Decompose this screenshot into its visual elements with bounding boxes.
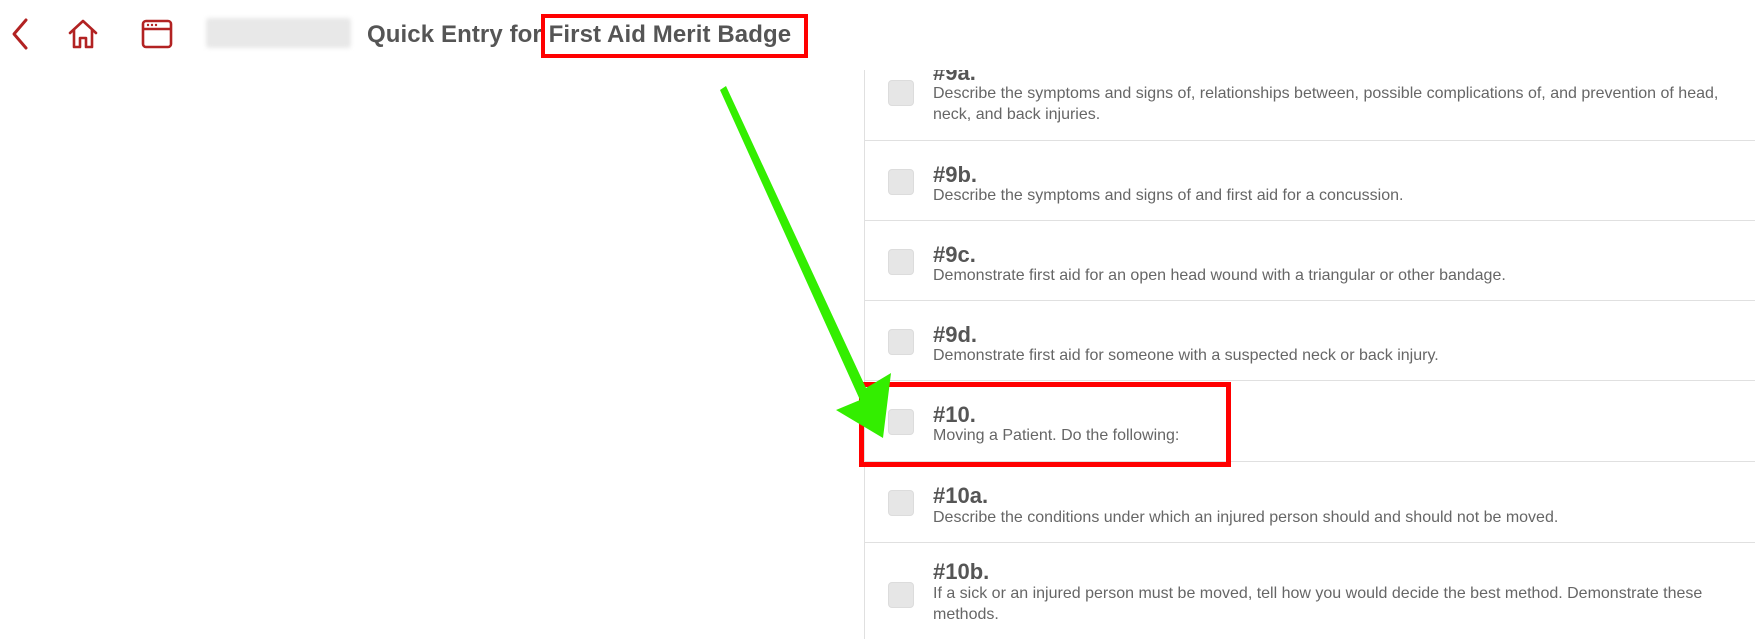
requirement-number: #10b. — [933, 559, 990, 584]
badge-title-highlight-box — [541, 14, 808, 58]
home-button[interactable] — [63, 14, 103, 54]
user-name-redacted — [206, 18, 351, 48]
requirement-text: Describe the conditions under which an i… — [933, 509, 1559, 526]
requirement-number: #10a. — [933, 483, 989, 508]
requirement-text: If a sick or an injured person must be m… — [933, 585, 1703, 623]
page-title-prefix: Quick Entry for — [367, 21, 549, 48]
requirement-row: #9a. Describe the symptoms and signs of,… — [865, 70, 1755, 141]
requirement-text: Moving a Patient. Do the following: — [933, 427, 1180, 444]
requirement-text: Describe the symptoms and signs of and f… — [933, 187, 1404, 204]
back-chevron-icon — [12, 18, 28, 50]
requirement-checkbox[interactable] — [888, 169, 914, 195]
requirement-text: Demonstrate first aid for someone with a… — [933, 347, 1439, 364]
requirement-row: #10b. If a sick or an injured person mus… — [865, 543, 1755, 639]
requirement-row: #9c. Demonstrate first aid for an open h… — [865, 221, 1755, 301]
requirements-list: #9a. Describe the symptoms and signs of,… — [864, 70, 1755, 639]
requirement-checkbox[interactable] — [888, 490, 914, 516]
requirement-checkbox[interactable] — [888, 582, 914, 608]
browser-window-icon — [141, 19, 173, 49]
browser-window-button[interactable] — [137, 14, 177, 54]
requirement-row: #9b. Describe the symptoms and signs of … — [865, 141, 1755, 221]
requirement-checkbox[interactable] — [888, 80, 914, 106]
home-icon — [68, 19, 98, 49]
back-button[interactable] — [0, 14, 40, 54]
requirement-checkbox[interactable] — [888, 249, 914, 275]
requirement-row: #10a. Describe the conditions under whic… — [865, 462, 1755, 543]
requirement-row: #9d. Demonstrate first aid for someone w… — [865, 301, 1755, 381]
requirement-checkbox[interactable] — [888, 329, 914, 355]
requirement-text: Demonstrate first aid for an open head w… — [933, 267, 1506, 284]
top-bar: Quick Entry for First Aid Merit Badge — [0, 0, 1755, 70]
requirement-checkbox[interactable] — [888, 409, 914, 435]
requirement-row: #10. Moving a Patient. Do the following: — [865, 381, 1755, 462]
requirement-text: Describe the symptoms and signs of, rela… — [933, 85, 1719, 123]
